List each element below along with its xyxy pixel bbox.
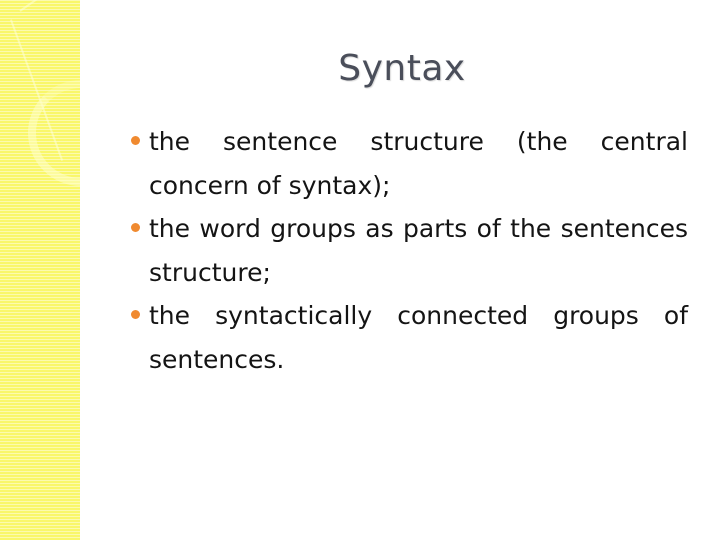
orange-dot-icon xyxy=(131,310,140,319)
decorative-arc xyxy=(28,80,80,186)
bullet-text: the sentence structure (the central conc… xyxy=(149,127,688,200)
bullet-text: the syntactically connected groups of se… xyxy=(149,301,688,374)
orange-dot-icon xyxy=(131,223,140,232)
bullet-text: the word groups as parts of the sentence… xyxy=(149,214,688,287)
bullet-item: the syntactically connected groups of se… xyxy=(128,294,688,381)
slide-title: Syntax xyxy=(338,48,466,89)
slide-title-container: Syntax xyxy=(80,48,720,89)
decorative-side-strip xyxy=(0,0,80,540)
slide-content: the sentence structure (the central conc… xyxy=(128,120,688,381)
decorative-line xyxy=(19,0,70,12)
bullet-list: the sentence structure (the central conc… xyxy=(128,120,688,381)
bullet-item: the sentence structure (the central conc… xyxy=(128,120,688,207)
bullet-item: the word groups as parts of the sentence… xyxy=(128,207,688,294)
orange-dot-icon xyxy=(131,136,140,145)
